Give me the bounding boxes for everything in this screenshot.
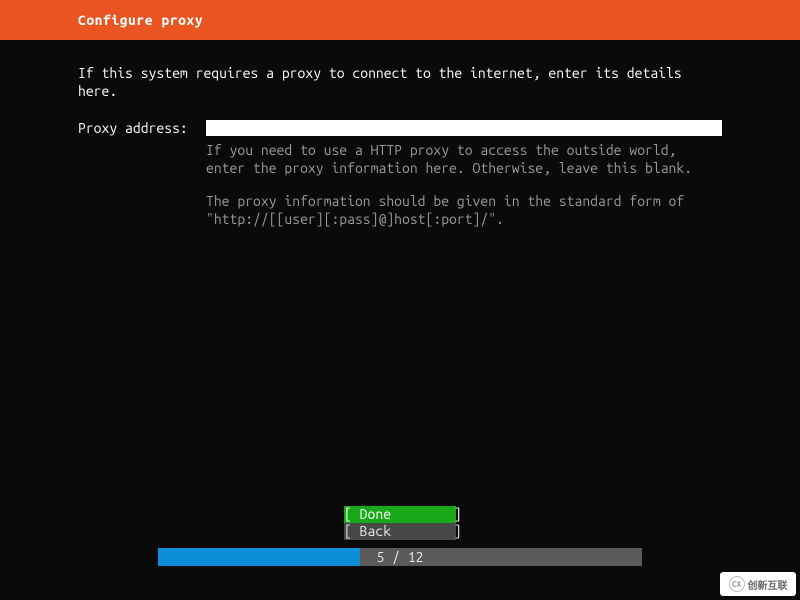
footer-buttons: [ Done ] [ Back ] xyxy=(0,506,800,540)
intro-text: If this system requires a proxy to conne… xyxy=(78,64,722,100)
watermark-text: 创新互联 xyxy=(748,577,788,592)
proxy-address-label: Proxy address: xyxy=(78,120,206,136)
back-button[interactable]: [ Back ] xyxy=(344,523,456,540)
done-button[interactable]: [ Done ] xyxy=(344,506,456,523)
page-title: Configure proxy xyxy=(78,12,203,28)
proxy-address-input[interactable] xyxy=(206,120,722,136)
proxy-help-text: If you need to use a HTTP proxy to acces… xyxy=(206,142,722,228)
progress-bar-container: 5 / 12 xyxy=(0,548,800,566)
main-content: If this system requires a proxy to conne… xyxy=(0,40,800,228)
proxy-address-row: Proxy address: xyxy=(78,120,722,136)
progress-text: 5 / 12 xyxy=(158,548,642,566)
watermark-icon: CX xyxy=(729,576,745,592)
help-paragraph-1: If you need to use a HTTP proxy to acces… xyxy=(206,142,722,177)
progress-bar: 5 / 12 xyxy=(158,548,642,566)
watermark-badge: CX 创新互联 xyxy=(720,572,796,596)
help-paragraph-2: The proxy information should be given in… xyxy=(206,193,722,228)
installer-header: Configure proxy xyxy=(0,0,800,40)
